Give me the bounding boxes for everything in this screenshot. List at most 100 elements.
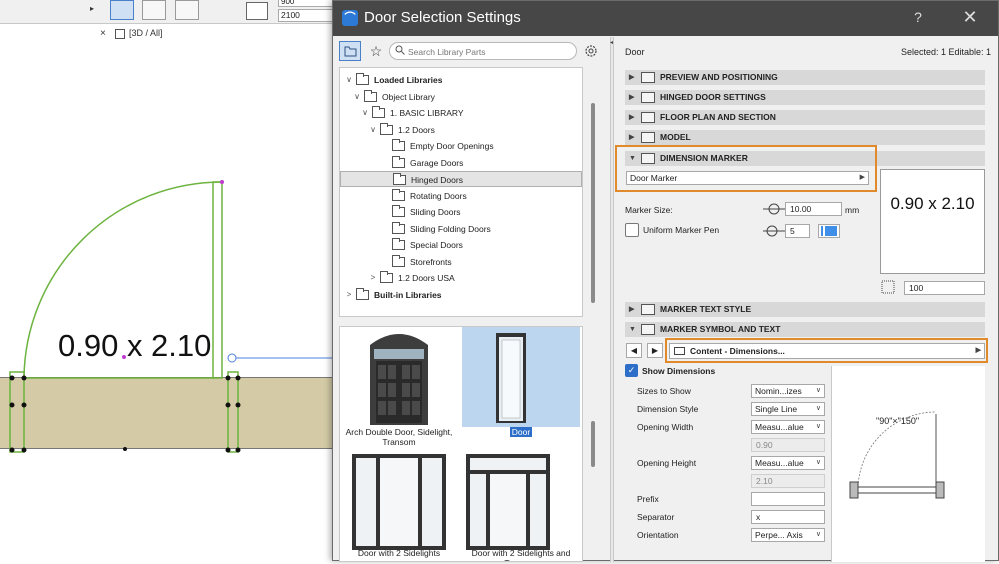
hinged-door-section-icon	[641, 92, 655, 103]
uniform-marker-pen-checkbox[interactable]	[625, 223, 639, 237]
marker-symbol-section-icon	[641, 324, 655, 335]
library-settings-gear-icon[interactable]	[582, 42, 602, 60]
folder-view-button[interactable]	[339, 41, 361, 61]
param-value: 2.10	[756, 476, 773, 486]
param-label: Prefix	[637, 494, 659, 504]
tree-item-label: Rotating Doors	[410, 190, 467, 201]
close-button[interactable]: ✕	[958, 7, 982, 28]
section-model[interactable]: ▶ MODEL	[625, 130, 985, 145]
thumbnails-scrollbar[interactable]	[591, 421, 595, 467]
chevron-down-icon[interactable]: ∨	[368, 122, 378, 138]
folder-icon	[392, 155, 405, 168]
prev-page-button[interactable]: ◀	[626, 343, 642, 358]
folder-icon	[344, 46, 357, 57]
param-dropdown[interactable]: Measu...alue ∨	[751, 420, 825, 434]
section-label: FLOOR PLAN AND SECTION	[660, 112, 776, 122]
library-toolbar: ☆	[339, 41, 603, 63]
marker-size-icon	[763, 203, 785, 215]
tree-item[interactable]: >1.2 Doors USA	[340, 270, 582, 286]
param-dropdown[interactable]: Single Line ∨	[751, 402, 825, 416]
param-field[interactable]	[751, 492, 825, 506]
param-field[interactable]: x	[751, 510, 825, 524]
section-hinged-door-settings[interactable]: ▶ HINGED DOOR SETTINGS	[625, 90, 985, 105]
param-value: Measu...alue	[755, 458, 804, 468]
tree-item[interactable]: Sliding Doors	[340, 204, 582, 220]
param-dropdown[interactable]: Nomin...izes ∨	[751, 384, 825, 398]
tree-item[interactable]: Special Doors	[340, 237, 582, 253]
thumb-door-2-sidelights-transom[interactable]: Door with 2 Sidelights and Transom	[462, 452, 580, 561]
tree-item[interactable]: > Built-in Libraries	[340, 287, 582, 303]
scale-icon	[881, 280, 895, 294]
chevron-right-icon[interactable]: >	[368, 270, 378, 286]
thumb-door-2-sidelights[interactable]: Door with 2 Sidelights	[340, 452, 458, 561]
section-marker-text-style[interactable]: ▶ MARKER TEXT STYLE	[625, 302, 985, 317]
model-section-icon	[641, 132, 655, 143]
chevron-down-icon: ∨	[815, 531, 821, 538]
tree-item[interactable]: ∨ Object Library	[340, 89, 582, 105]
pen-number-field[interactable]: 5	[785, 224, 810, 238]
tree-item-label: Sliding Doors	[410, 207, 461, 217]
chevron-down-icon[interactable]: ∨	[352, 89, 362, 105]
folder-icon	[392, 139, 405, 151]
tree-item[interactable]: ∨ 1.2 Doors	[340, 122, 582, 138]
param-dropdown[interactable]: Measu...alue ∨	[751, 456, 825, 470]
tree-item[interactable]: Garage Doors	[340, 155, 582, 171]
chevron-down-icon[interactable]: ∨	[360, 105, 370, 121]
favorites-star-icon[interactable]: ☆	[365, 41, 387, 61]
tree-item[interactable]: ∨ Loaded Libraries	[340, 72, 582, 88]
folder-icon	[380, 271, 393, 283]
expand-icon: ▶	[629, 306, 635, 313]
door-with-sidelights-image	[352, 454, 446, 550]
tree-item[interactable]: Rotating Doors	[340, 188, 582, 204]
tree-item[interactable]: Storefronts	[340, 254, 582, 270]
thumb-door[interactable]: Door	[462, 327, 580, 449]
chevron-down-icon: ∨	[815, 423, 821, 430]
title-bar[interactable]: ⌒ Door Selection Settings ? ✕	[333, 1, 998, 36]
thumb-arch-double-door[interactable]: Arch Double Door, Sidelight, Transom	[340, 327, 458, 449]
door-with-sidelights-transom-image	[466, 454, 550, 550]
tree-scrollbar[interactable]	[591, 103, 595, 303]
tree-item-label: 1.2 Doors	[398, 124, 435, 135]
floor-plan-view[interactable]: ▸ 900 2100 × [3D / All] 0.90 x 2.10	[0, 0, 340, 561]
help-button[interactable]: ?	[908, 9, 928, 25]
tree-item-label: 1.2 Doors USA	[398, 273, 455, 283]
show-dimensions-checkbox[interactable]: ✓	[625, 364, 638, 377]
chevron-right-icon[interactable]: >	[344, 287, 354, 303]
pen-color-swatch[interactable]	[818, 224, 840, 238]
tree-item-label: Sliding Folding Doors	[410, 223, 491, 234]
scale-field[interactable]: 100	[904, 281, 985, 295]
search-box[interactable]	[389, 42, 577, 60]
marker-size-field[interactable]: 10.00	[785, 202, 842, 216]
expand-icon: ▶	[629, 94, 635, 101]
tree-item-label: Hinged Doors	[411, 175, 463, 185]
collapse-icon: ▼	[629, 326, 636, 333]
pen-icon	[763, 225, 785, 237]
thumb-caption: Arch Double Door, Sidelight, Transom	[345, 427, 453, 447]
dimension-marker-text[interactable]: 0.90 x 2.10	[58, 328, 211, 364]
folder-icon	[392, 221, 405, 234]
show-dimensions-label: Show Dimensions	[642, 366, 716, 376]
section-floor-plan-section[interactable]: ▶ FLOOR PLAN AND SECTION	[625, 110, 985, 125]
next-page-button[interactable]: ▶	[647, 343, 663, 358]
door-symbol[interactable]	[0, 0, 340, 561]
search-input[interactable]	[408, 45, 573, 58]
tree-item[interactable]: ∨ 1. BASIC LIBRARY	[340, 105, 582, 121]
param-value: 0.90	[756, 440, 773, 450]
search-icon	[395, 45, 405, 55]
collapse-arrow-icon[interactable]: ◂	[610, 39, 613, 46]
tree-item-label: Object Library	[382, 91, 435, 102]
marker-size-label: Marker Size:	[625, 205, 673, 215]
highlight-dimension-marker	[615, 145, 877, 192]
section-marker-symbol-text[interactable]: ▼ MARKER SYMBOL AND TEXT	[625, 322, 985, 337]
param-field: 0.90	[751, 438, 825, 452]
dimension-preview: "90"×"150"	[831, 366, 985, 562]
uniform-marker-pen-label: Uniform Marker Pen	[643, 225, 720, 235]
chevron-down-icon[interactable]: ∨	[344, 72, 354, 88]
tree-item[interactable]: Empty Door Openings	[340, 138, 582, 154]
chevron-down-icon: ∨	[815, 459, 821, 466]
tree-item[interactable]: Hinged Doors	[340, 171, 582, 187]
tree-item[interactable]: Sliding Folding Doors	[340, 221, 582, 237]
section-preview-positioning[interactable]: ▶ PREVIEW AND POSITIONING	[625, 70, 985, 85]
pane-splitter[interactable]: ◂	[610, 37, 614, 562]
param-dropdown[interactable]: Perpe... Axis ∨	[751, 528, 825, 542]
